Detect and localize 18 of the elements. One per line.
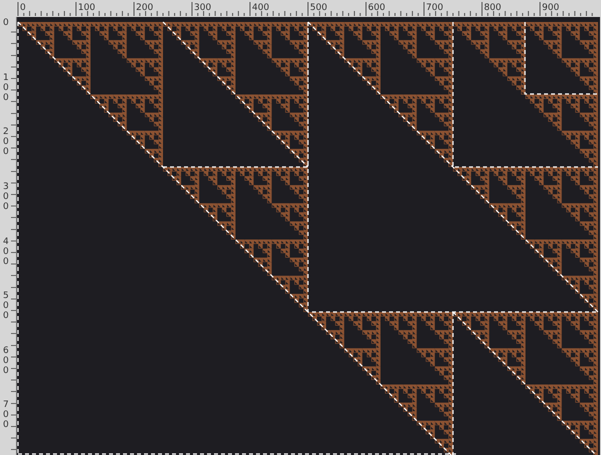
ruler-label: 800 (484, 3, 502, 13)
ruler-label: 200 (3, 127, 10, 160)
ruler-label: 500 (310, 3, 328, 13)
ruler-label: 700 (426, 3, 444, 13)
ruler-label: 100 (78, 3, 96, 13)
ruler-label: 400 (252, 3, 270, 13)
ruler-label: 500 (3, 291, 10, 324)
ruler-label: 300 (3, 182, 10, 214)
ruler-label: 0 (3, 18, 10, 30)
ruler-label: 100 (3, 72, 10, 105)
ruler-label: 200 (136, 3, 154, 13)
ruler-label: 400 (3, 236, 10, 268)
ruler-label: 600 (3, 346, 10, 378)
ruler-label: 0 (20, 3, 26, 13)
ruler-label: 900 (542, 3, 560, 13)
ruler-label: 600 (368, 3, 386, 13)
ruler-label: 300 (194, 3, 212, 13)
ruler-label: 700 (3, 400, 10, 432)
